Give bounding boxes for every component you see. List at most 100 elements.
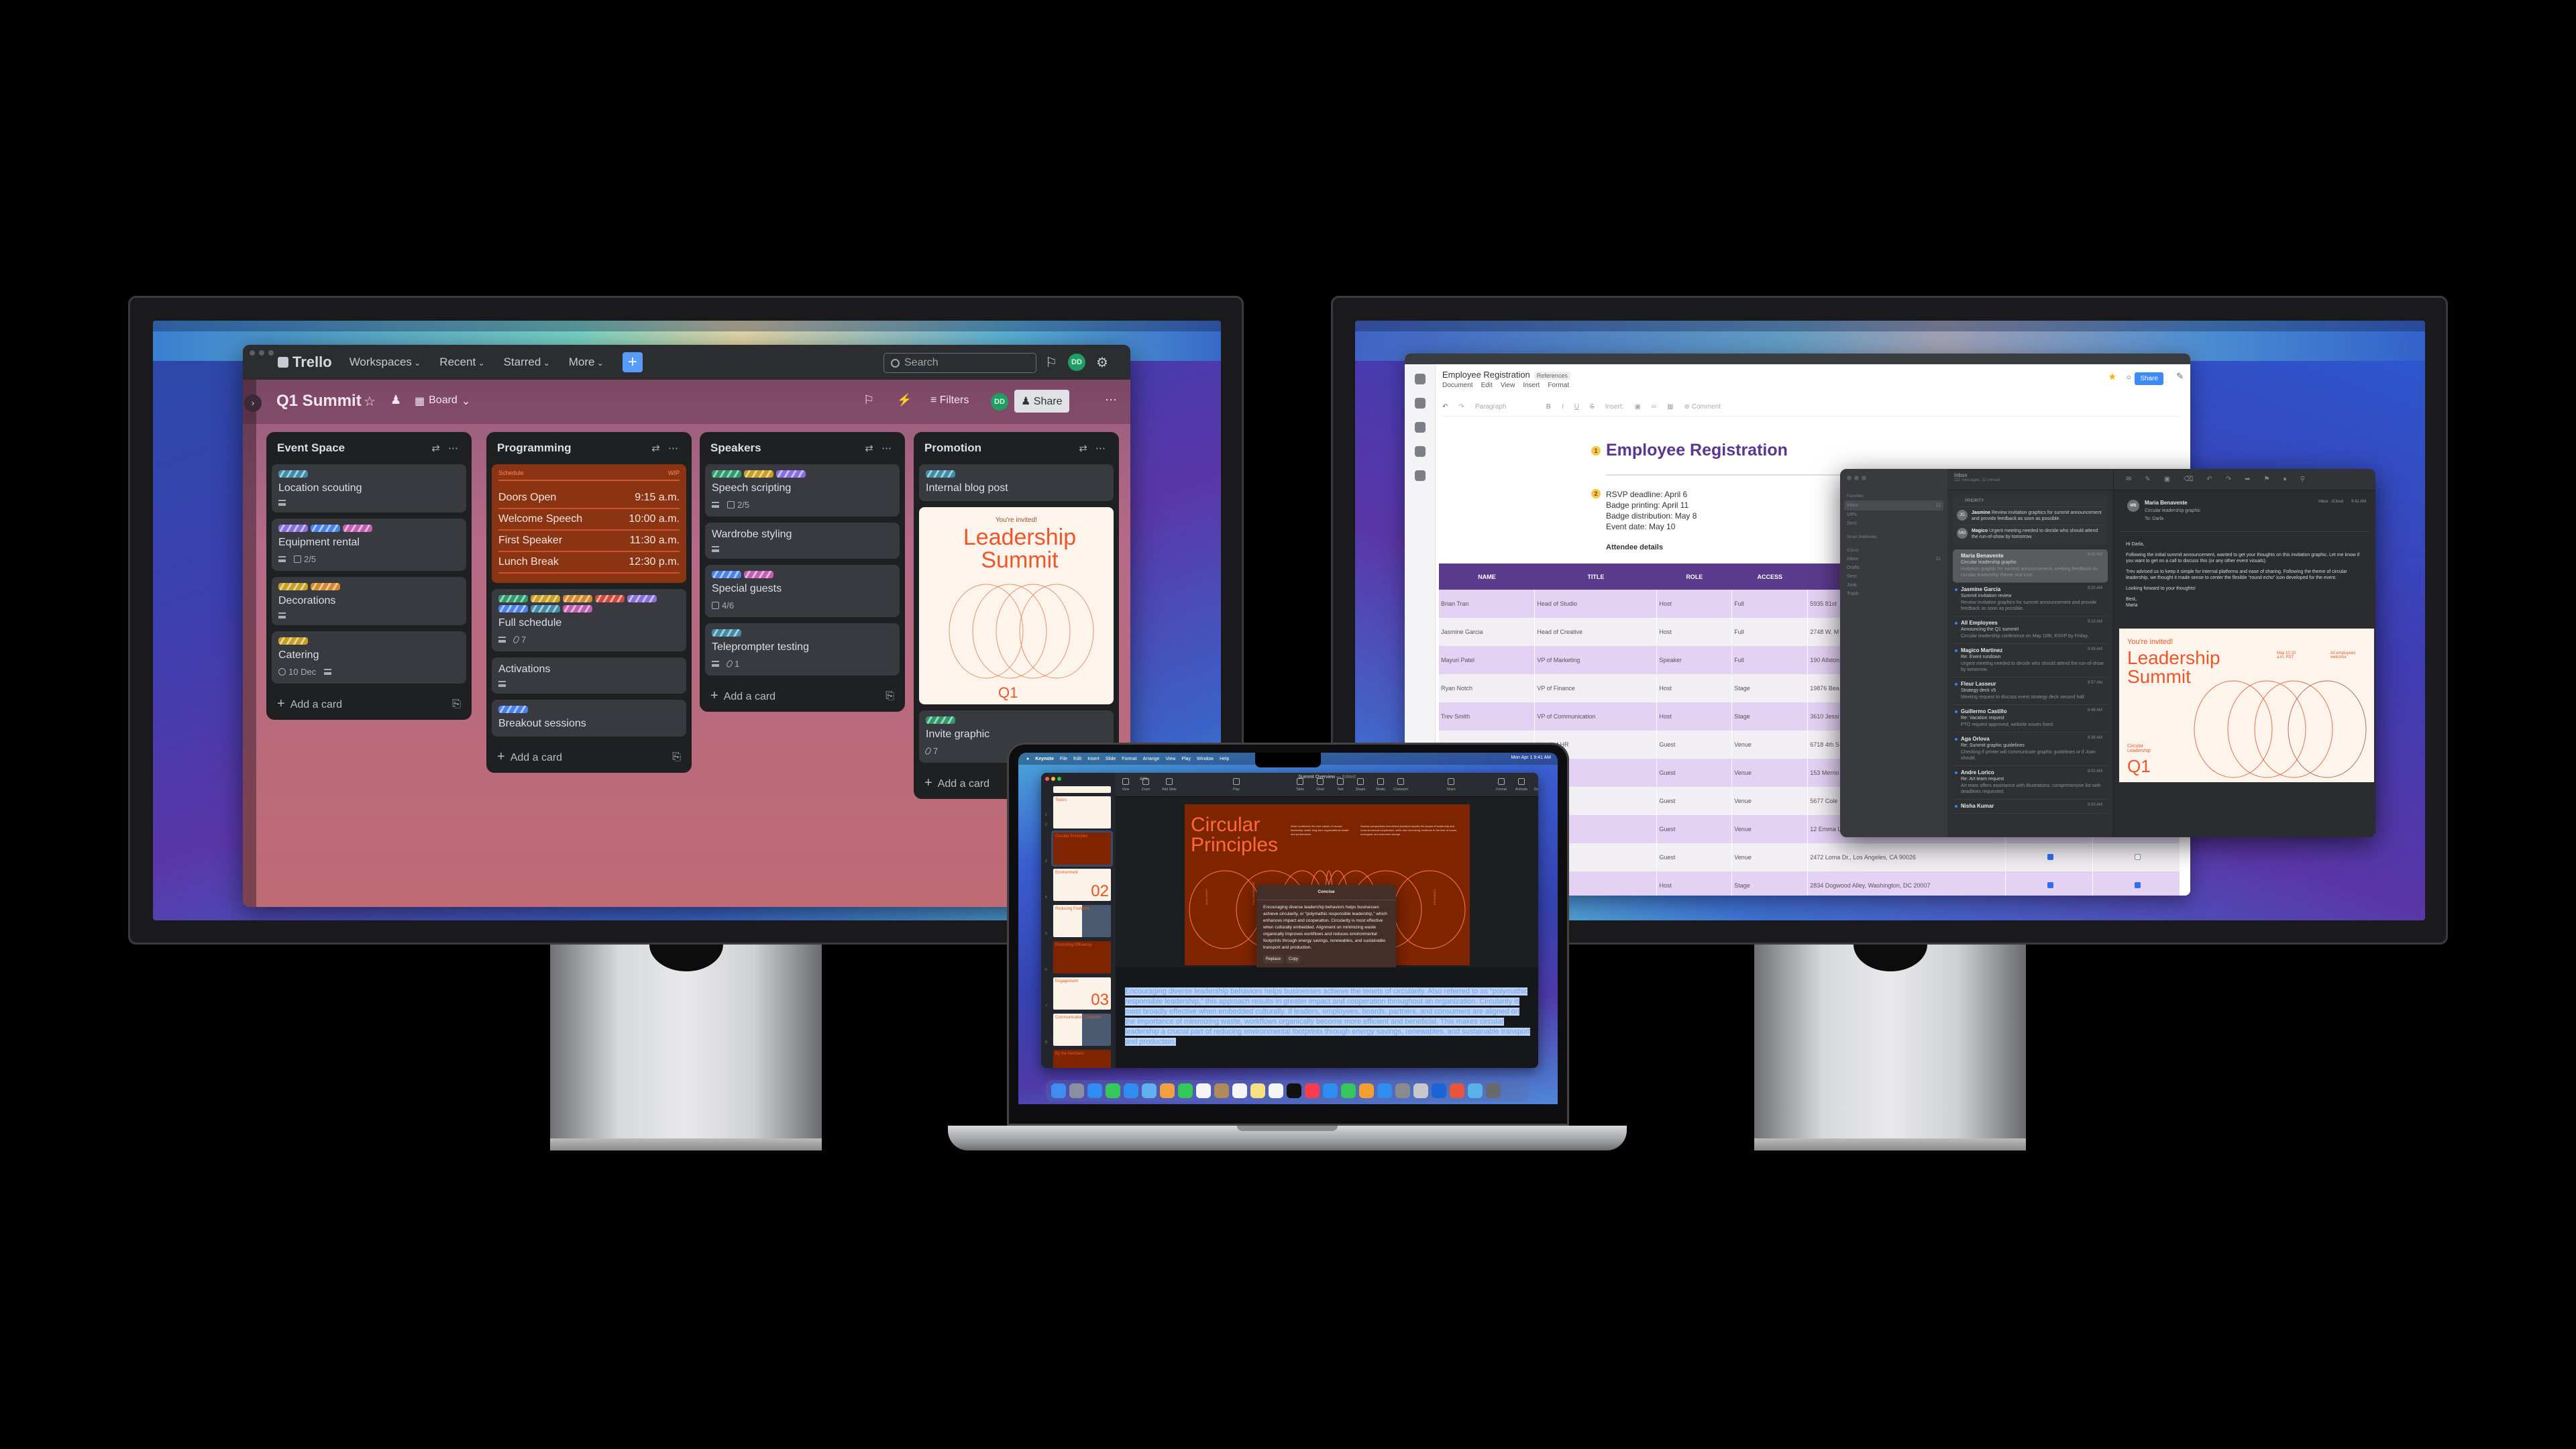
add-card-button[interactable]: + Add a card ⎘ (272, 690, 466, 714)
bold-button[interactable]: B (1546, 403, 1551, 411)
message-item[interactable]: Fleur Lasseur 8:57 AM Strategy deck v5 Meet… (1953, 678, 2108, 705)
toolbar-chart[interactable]: Chart (1310, 786, 1330, 792)
card[interactable]: Teleprompter testing 1 (705, 623, 900, 676)
dock-app-icon[interactable] (1377, 1083, 1392, 1098)
cell-name[interactable]: Mayuri Patel (1439, 646, 1536, 674)
mailbox-inbox[interactable]: Inbox 11 (1840, 555, 1947, 564)
dock-app-icon[interactable] (1305, 1083, 1320, 1098)
menu-insert[interactable]: Insert (1523, 382, 1540, 389)
cell-access[interactable]: Stage (1731, 871, 1809, 896)
cell-access[interactable]: Full (1731, 618, 1809, 646)
window-controls[interactable] (1840, 469, 1947, 487)
cell-access[interactable]: Venue (1731, 731, 1809, 759)
cell-role[interactable]: Host (1656, 674, 1733, 702)
add-card-button[interactable]: + Add a card ⎘ (492, 743, 686, 767)
selected-notes-text[interactable]: Encouraging diverse leadership behaviors… (1125, 987, 1531, 1046)
schedule-card[interactable]: Schedule WIP Doors Open 9:15 a.m. Welcome Sp… (492, 464, 686, 583)
create-from-template-icon[interactable]: ⎘ (885, 690, 894, 702)
menu-file[interactable]: File (1060, 757, 1067, 761)
cell-access[interactable]: Full (1731, 590, 1809, 618)
cell-access[interactable]: Stage (1731, 674, 1809, 702)
toolbar-comment[interactable]: Comment (1391, 786, 1411, 792)
dock-app-icon[interactable] (1486, 1083, 1501, 1098)
redo-icon[interactable]: ↷ (1458, 403, 1464, 411)
add-card-button[interactable]: + Add a card ⎘ (705, 682, 900, 706)
menu-view[interactable]: View (1501, 382, 1515, 389)
menu-document[interactable]: Document (1442, 382, 1473, 389)
list-title[interactable]: Event Space (277, 441, 345, 455)
dock-app-icon[interactable] (1323, 1083, 1338, 1098)
toolbar-text[interactable]: Text (1330, 786, 1350, 792)
dock-app-icon[interactable] (1124, 1083, 1138, 1098)
label-blue[interactable] (498, 605, 528, 612)
card[interactable]: Equipment rental 2/5 (272, 519, 466, 571)
mailbox-vips[interactable]: VIPs (1840, 511, 1947, 519)
dock-app-icon[interactable] (1106, 1083, 1120, 1098)
label-teal[interactable] (278, 470, 308, 478)
cell-role[interactable]: Guest (1656, 731, 1733, 759)
card[interactable]: Decorations (272, 577, 466, 625)
toolbar-share[interactable]: Share (1441, 786, 1461, 792)
strikethrough-button[interactable]: S (1590, 403, 1595, 411)
label-teal[interactable] (531, 605, 560, 612)
label-purple[interactable] (776, 470, 806, 478)
slide-thumbnail[interactable]: Environment 02 (1053, 869, 1111, 901)
card[interactable]: Internal blog post (919, 464, 1114, 501)
dock-app-icon[interactable] (1051, 1083, 1066, 1098)
more-icon[interactable]: ⋯ (1105, 393, 1117, 407)
dock-app-icon[interactable] (1269, 1083, 1283, 1098)
menu-view[interactable]: View (1165, 757, 1175, 761)
menu-arrange[interactable]: Arrange (1142, 757, 1159, 761)
presenter-notes[interactable]: Encouraging diverse leadership behaviors… (1125, 987, 1531, 1047)
dock-app-icon[interactable] (1287, 1083, 1301, 1098)
board-view-button[interactable]: ▦ Board ⌄ (415, 394, 470, 408)
card[interactable]: Wardrobe styling (705, 523, 900, 559)
mailbox-inbox[interactable]: Inbox 11 (1844, 500, 1943, 511)
board-member-avatar[interactable]: DD (991, 393, 1008, 411)
toolbar-media[interactable]: Media (1371, 786, 1391, 792)
message-item[interactable]: Maria Benavente 9:41 AM Circular leadershi… (1953, 549, 2108, 583)
zoom-value[interactable]: 41% (1140, 777, 1148, 782)
label-pink[interactable] (343, 525, 372, 532)
members-icon[interactable]: ♟ (390, 393, 401, 407)
cell-role[interactable]: Host (1656, 871, 1733, 896)
cell-role[interactable]: Host (1656, 618, 1733, 646)
references-chip[interactable]: References (1534, 372, 1570, 380)
comment-badge[interactable]: 1 (1591, 446, 1601, 455)
menu-insert[interactable]: Insert (1087, 757, 1099, 761)
cell-address[interactable]: 2834 Dogwood Alley, Washington, DC 20007 (1807, 871, 2006, 896)
cell-role[interactable]: Guest (1656, 843, 1733, 871)
label-pink[interactable] (744, 571, 773, 578)
cell-role[interactable]: Guest (1656, 787, 1733, 815)
invite-image-card[interactable]: You're invited! Leadership Summit Q1 (919, 507, 1114, 704)
toolbar-play[interactable]: Play (1226, 786, 1246, 792)
label-teal[interactable] (926, 470, 955, 478)
label-purple[interactable] (627, 595, 657, 602)
cell-role[interactable]: Speaker (1656, 646, 1733, 674)
cell-name[interactable]: Ryan Notch (1439, 674, 1536, 702)
create-button[interactable]: + (622, 352, 643, 372)
cell-title[interactable]: VP of Marketing (1534, 646, 1658, 674)
nav-recent-menu[interactable]: Recent (439, 356, 484, 369)
menu-keynote[interactable]: Keynote (1035, 757, 1054, 761)
card[interactable]: Breakout sessions (492, 700, 686, 737)
toolbar-zoom[interactable]: Zoom (1136, 786, 1156, 792)
mailbox-sent[interactable]: Sent (1840, 572, 1947, 581)
label-green[interactable] (498, 595, 528, 602)
dock-app-icon[interactable] (1450, 1083, 1464, 1098)
search-input[interactable]: Search (883, 353, 1036, 373)
mailbox-trash[interactable]: Trash (1840, 590, 1947, 598)
slide-thumbnail[interactable]: By the Numbers (1053, 1050, 1111, 1068)
dock-app-icon[interactable] (1214, 1083, 1229, 1098)
mailbox-junk[interactable]: Junk (1840, 581, 1947, 590)
menu-format[interactable]: Format (1548, 382, 1569, 389)
underline-button[interactable]: U (1574, 403, 1579, 411)
cell-name[interactable]: Jasmine Garcia (1439, 618, 1536, 646)
mailbox-drafts[interactable]: Drafts (1840, 564, 1947, 572)
message-item[interactable]: Jasmine Garcia 9:20 AM Summit invitation r… (1953, 583, 2108, 616)
slide-thumbnail[interactable]: Circular Principles (1053, 833, 1111, 865)
cell-access[interactable]: Venue (1731, 815, 1809, 843)
star-icon[interactable]: ★ (2108, 371, 2116, 382)
list-title[interactable]: Programming (497, 441, 572, 455)
toolbar-add-slide[interactable]: Add Slide (1159, 786, 1179, 792)
